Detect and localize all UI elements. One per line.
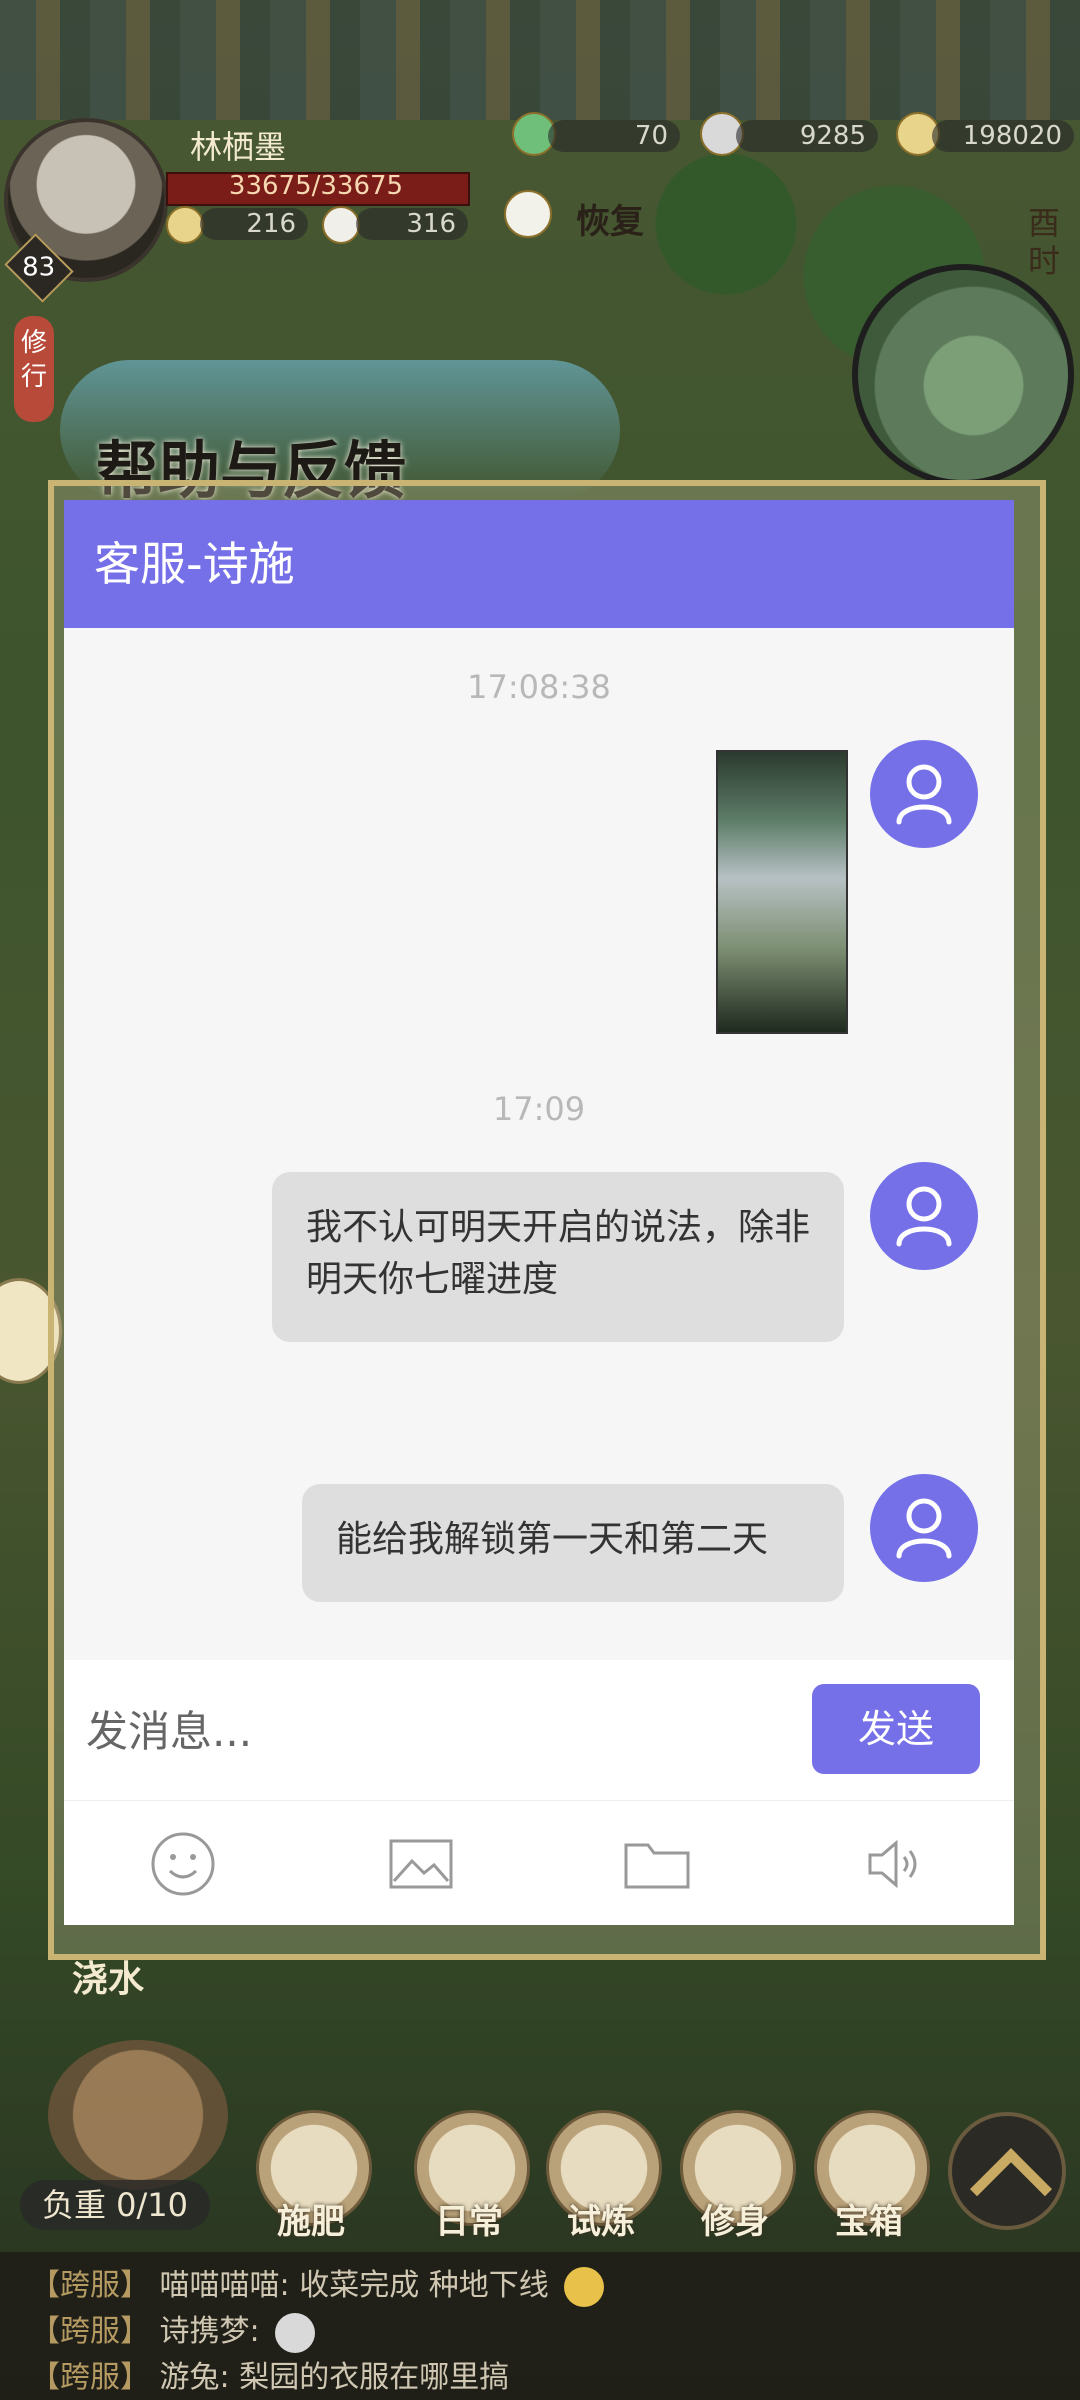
help-feedback-dialog: 客服-诗施 17:08:38 17:09 我不认可明天开启的说法，除非明天你七曜… [64,500,1014,1925]
village-roofs [0,0,1080,120]
image-message[interactable] [716,750,848,1034]
minimap[interactable] [852,264,1074,486]
user-avatar-icon [870,740,978,848]
trial-button[interactable]: 试炼 [546,2194,656,2243]
message-timestamp: 17:09 [492,1090,586,1128]
image-icon[interactable] [386,1829,456,1899]
channel-tag: 【跨服】 [30,2314,150,2349]
currency-1[interactable]: 70 [548,120,680,152]
treasure-button[interactable]: 宝箱 [814,2194,924,2243]
world-chat-log[interactable]: 【跨服】 喵喵喵喵: 收菜完成 种地下线 【跨服】 诗携梦: 【跨服】 游兔: … [0,2252,1080,2400]
chat-log-line: 【跨服】 喵喵喵喵: 收菜完成 种地下线 [30,2260,605,2307]
emoji-icon[interactable] [148,1829,218,1899]
chat-toolbar [64,1800,1014,1925]
weight-indicator: 负重 0/10 [20,2180,210,2230]
text-message[interactable]: 我不认可明天开启的说法，除非明天你七曜进度 [272,1172,844,1342]
chat-message: 喵喵喵喵: 收菜完成 种地下线 [159,2268,549,2303]
fertilize-button[interactable]: 施肥 [256,2194,366,2243]
chat-header: 客服-诗施 [64,500,1014,628]
daily-button[interactable]: 日常 [414,2194,524,2243]
currency-2[interactable]: 9285 [736,120,878,152]
message-input-bar: 发送 [64,1660,1014,1800]
bun-icon [322,206,360,244]
currency-3[interactable]: 198020 [932,120,1074,152]
hp-text: 33675/33675 [228,171,404,201]
send-button[interactable]: 发送 [812,1684,980,1774]
cart-icon[interactable] [48,2040,228,2190]
bowl-icon [166,206,204,244]
chat-message: 游兔: 梨园的衣服在哪里搞 [159,2360,510,2395]
recover-button[interactable]: 恢复 [576,194,644,243]
stat-b: 316 [356,208,468,240]
message-timestamp: 17:08:38 [467,668,611,706]
text-message[interactable]: 能给我解锁第一天和第二天 [302,1484,844,1602]
sticker-icon [564,2266,605,2307]
cultivate-button[interactable]: 修行 [14,316,54,422]
time-label: 酉时 [1027,204,1060,280]
message-input[interactable] [84,1684,828,1778]
player-name: 林栖墨 [190,128,287,166]
chat-log-line: 【跨服】 游兔: 梨园的衣服在哪里搞 [30,2352,509,2396]
folder-icon[interactable] [622,1829,692,1899]
water-label[interactable]: 浇水 [72,1950,144,2002]
channel-tag: 【跨服】 [30,2360,150,2395]
channel-tag: 【跨服】 [30,2268,150,2303]
sticker-icon [275,2312,316,2353]
cultivation-button[interactable]: 修身 [680,2194,790,2243]
stat-a: 216 [200,208,308,240]
speaker-icon[interactable] [862,1829,932,1899]
user-avatar-icon [870,1162,978,1270]
recover-icon[interactable] [504,190,552,238]
user-avatar-icon [870,1474,978,1582]
expand-up-icon[interactable] [948,2112,1066,2230]
chat-message: 诗携梦: [159,2314,260,2349]
chat-log-line: 【跨服】 诗携梦: [30,2306,316,2353]
